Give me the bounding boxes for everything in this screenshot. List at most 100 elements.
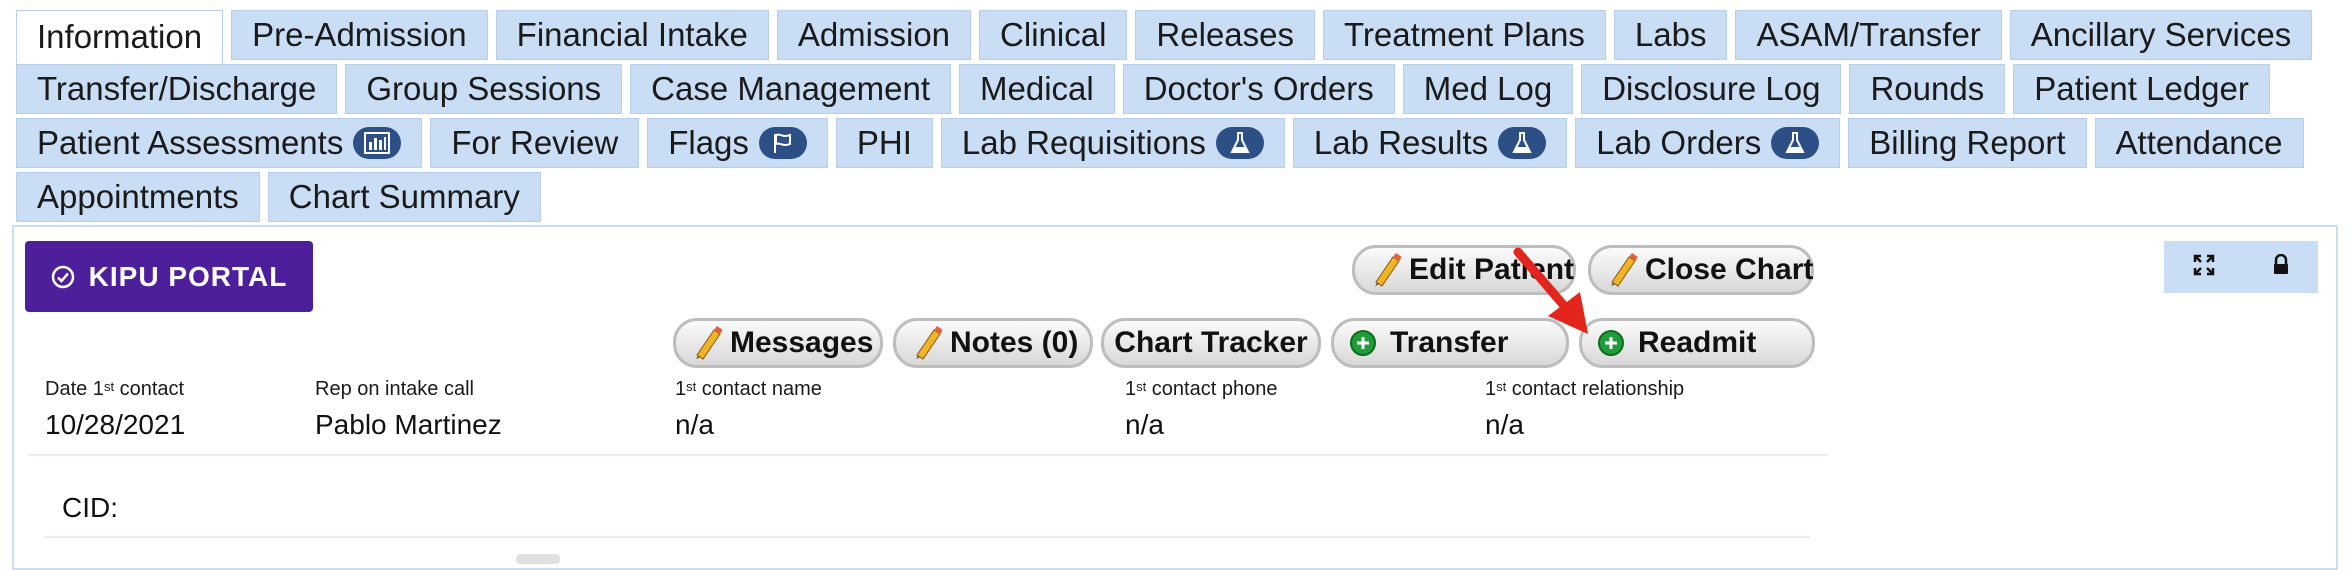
- tab-label: Patient Ledger: [2034, 70, 2249, 107]
- tab-label: Labs: [1634, 16, 1707, 53]
- transfer-label: Transfer: [1390, 326, 1509, 359]
- tab-label: PHI: [856, 124, 912, 161]
- tab-label: Chart Summary: [288, 178, 520, 215]
- tab-attendance[interactable]: Attendance: [2094, 118, 2304, 168]
- tab-label: Lab Requisitions: [961, 124, 1206, 161]
- messages-label: Messages: [730, 326, 874, 359]
- tab-pre-admission[interactable]: Pre-Admission: [231, 10, 488, 60]
- tab-ancillary-services[interactable]: Ancillary Services: [2009, 10, 2313, 60]
- expand-icon[interactable]: [2193, 254, 2215, 281]
- first-contact-phone-value: n/a: [1125, 409, 1164, 440]
- partial-element: [516, 554, 560, 564]
- flask-icon: [1498, 127, 1547, 159]
- tab-bar: Information Pre-Admission Financial Inta…: [16, 10, 2346, 226]
- cid-label: CID:: [62, 492, 118, 523]
- tab-row-3: Patient Assessments For Review Flags PHI…: [16, 118, 2346, 172]
- chart-tracker-button[interactable]: Chart Tracker: [1101, 318, 1321, 368]
- messages-button[interactable]: Messages: [673, 318, 883, 368]
- tab-row-2: Transfer/Discharge Group Sessions Case M…: [16, 64, 2346, 118]
- panel-tools: [2164, 241, 2318, 293]
- tab-label: Treatment Plans: [1344, 16, 1585, 53]
- notes-label: Notes (0): [950, 326, 1079, 359]
- tab-row-1: Information Pre-Admission Financial Inta…: [16, 10, 2346, 64]
- tab-appointments[interactable]: Appointments: [16, 172, 260, 222]
- tab-doctors-orders[interactable]: Doctor's Orders: [1122, 64, 1395, 114]
- kipu-portal-button[interactable]: KIPU PORTAL: [25, 241, 313, 312]
- tab-label: Information: [37, 18, 203, 55]
- divider: [28, 454, 1828, 456]
- tab-med-log[interactable]: Med Log: [1402, 64, 1574, 114]
- tab-asam-transfer[interactable]: ASAM/Transfer: [1735, 10, 2002, 60]
- red-arrow-icon: [1513, 247, 1588, 334]
- tab-patient-assessments[interactable]: Patient Assessments: [16, 118, 423, 168]
- tab-label: Med Log: [1423, 70, 1553, 107]
- readmit-button[interactable]: Readmit: [1579, 318, 1815, 368]
- tab-releases[interactable]: Releases: [1135, 10, 1315, 60]
- tab-flags[interactable]: Flags: [647, 118, 828, 168]
- rep-on-intake-label: Rep on intake call: [315, 378, 474, 400]
- tab-admission[interactable]: Admission: [776, 10, 972, 60]
- tab-lab-orders[interactable]: Lab Orders: [1575, 118, 1841, 168]
- tab-label: Rounds: [1870, 70, 1985, 107]
- tab-label: Attendance: [2115, 124, 2283, 161]
- tab-lab-requisitions[interactable]: Lab Requisitions: [940, 118, 1285, 168]
- kipu-portal-label: KIPU PORTAL: [88, 260, 288, 292]
- tab-label: Patient Assessments: [37, 124, 344, 161]
- tab-label: Releases: [1156, 16, 1294, 53]
- tab-disclosure-log[interactable]: Disclosure Log: [1581, 64, 1842, 114]
- tab-label: Transfer/Discharge: [37, 70, 317, 107]
- tab-label: Flags: [668, 124, 749, 161]
- tab-rounds[interactable]: Rounds: [1849, 64, 2006, 114]
- date-first-contact-label: Date 1st contact: [45, 378, 185, 400]
- tab-label: Medical: [980, 70, 1094, 107]
- tab-row-4: Appointments Chart Summary: [16, 172, 2346, 226]
- tab-lab-results[interactable]: Lab Results: [1292, 118, 1568, 168]
- tab-transfer-discharge[interactable]: Transfer/Discharge: [16, 64, 338, 114]
- date-first-contact-value: 10/28/2021: [45, 409, 186, 440]
- rep-on-intake-value: Pablo Martinez: [315, 409, 502, 440]
- tab-label: Appointments: [37, 178, 239, 215]
- tab-phi[interactable]: PHI: [835, 118, 933, 168]
- tab-label: Ancillary Services: [2030, 16, 2292, 53]
- tab-label: Case Management: [651, 70, 930, 107]
- tab-clinical[interactable]: Clinical: [979, 10, 1128, 60]
- tab-label: Lab Orders: [1596, 124, 1762, 161]
- close-chart-label: Close Chart: [1645, 253, 1814, 286]
- tab-chart-summary[interactable]: Chart Summary: [267, 172, 541, 222]
- lock-icon[interactable]: [2272, 253, 2290, 281]
- bar-chart-icon: [353, 127, 402, 159]
- first-contact-relationship-label: 1st contact relationship: [1485, 378, 1685, 400]
- flask-icon: [1215, 127, 1264, 159]
- tab-billing-report[interactable]: Billing Report: [1848, 118, 2087, 168]
- divider: [44, 536, 1810, 538]
- pencil-icon: [1371, 253, 1401, 287]
- readmit-label: Readmit: [1638, 326, 1757, 359]
- tab-group-sessions[interactable]: Group Sessions: [345, 64, 623, 114]
- tab-label: Billing Report: [1869, 124, 2066, 161]
- tab-label: Admission: [797, 16, 951, 53]
- tab-label: Group Sessions: [366, 70, 602, 107]
- tab-label: Lab Results: [1313, 124, 1489, 161]
- chart-tracker-label: Chart Tracker: [1114, 326, 1308, 359]
- tab-information[interactable]: Information: [16, 10, 224, 64]
- tab-for-review[interactable]: For Review: [430, 118, 640, 168]
- tab-treatment-plans[interactable]: Treatment Plans: [1323, 10, 1606, 60]
- tab-label: Disclosure Log: [1602, 70, 1821, 107]
- check-circle-icon: [51, 265, 75, 289]
- first-contact-name-value: n/a: [675, 409, 714, 440]
- tab-financial-intake[interactable]: Financial Intake: [495, 10, 769, 60]
- tab-label: For Review: [451, 124, 619, 161]
- tab-label: ASAM/Transfer: [1756, 16, 1981, 53]
- tab-medical[interactable]: Medical: [959, 64, 1115, 114]
- tab-label: Pre-Admission: [252, 16, 467, 53]
- first-contact-relationship-value: n/a: [1485, 409, 1524, 440]
- tab-labs[interactable]: Labs: [1613, 10, 1728, 60]
- pencil-icon: [912, 326, 942, 360]
- tab-label: Financial Intake: [516, 16, 748, 53]
- first-contact-name-label: 1st contact name: [675, 378, 822, 400]
- tab-case-management[interactable]: Case Management: [630, 64, 951, 114]
- notes-button[interactable]: Notes (0): [893, 318, 1093, 368]
- tab-patient-ledger[interactable]: Patient Ledger: [2013, 64, 2270, 114]
- tab-label: Doctor's Orders: [1143, 70, 1374, 107]
- close-chart-button[interactable]: Close Chart: [1588, 245, 1814, 295]
